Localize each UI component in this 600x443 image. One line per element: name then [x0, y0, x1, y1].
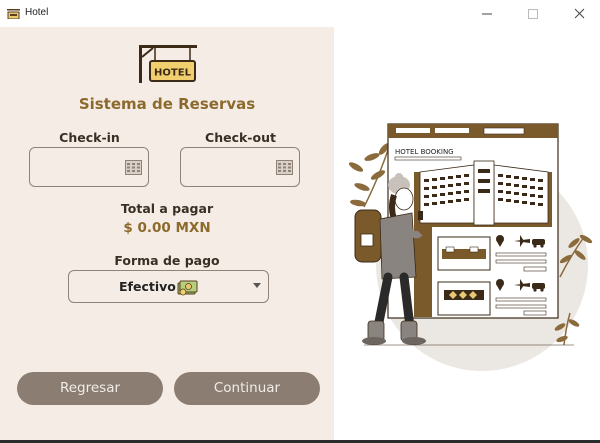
plant-left-icon	[348, 143, 390, 208]
hotel-sign-icon	[7, 9, 20, 19]
back-button[interactable]: Regresar	[17, 372, 163, 405]
continue-button[interactable]: Continuar	[174, 372, 320, 405]
hotel-booking-illustration: HOTEL BOOKING	[348, 123, 593, 371]
calendar-icon[interactable]	[276, 160, 293, 175]
payment-method-select[interactable]: Efectivo	[68, 270, 269, 303]
window-title: Hotel	[25, 7, 49, 18]
illustration-sign-text: HOTEL BOOKING	[395, 148, 454, 156]
booking-form-panel: HOTEL Sistema de Reservas Check-in Check…	[0, 27, 334, 440]
logo-text: HOTEL	[154, 68, 192, 79]
maximize-icon	[528, 9, 538, 19]
payment-selected-value: Efectivo	[119, 279, 176, 294]
checkout-label: Check-out	[205, 130, 276, 145]
total-amount: $ 0.00 MXN	[123, 220, 211, 236]
close-icon	[574, 8, 585, 19]
chevron-down-icon	[253, 283, 261, 288]
window-titlebar: Hotel	[0, 0, 600, 27]
checkin-label: Check-in	[59, 130, 120, 145]
total-label: Total a pagar	[120, 201, 214, 216]
maximize-button[interactable]	[510, 0, 556, 27]
page-title: Sistema de Reservas	[78, 95, 256, 113]
hotel-logo: HOTEL	[139, 45, 197, 83]
payment-method-label: Forma de pago	[114, 253, 220, 268]
cash-icon	[177, 280, 198, 296]
illustration-panel: HOTEL BOOKING	[334, 27, 600, 440]
close-button[interactable]	[556, 0, 600, 27]
minimize-button[interactable]	[464, 0, 510, 27]
calendar-icon[interactable]	[125, 160, 142, 175]
minimize-icon	[482, 13, 492, 15]
